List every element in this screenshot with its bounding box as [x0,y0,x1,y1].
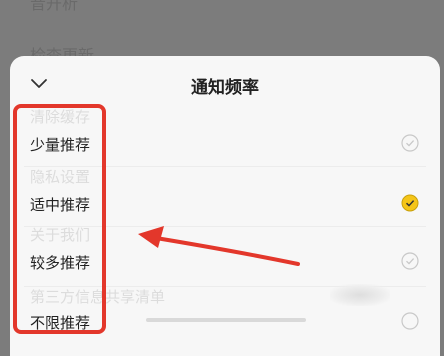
unchecked-circle-icon [401,312,419,330]
background-setting-item: 音开析 [30,0,79,13]
unchecked-circle-icon [401,252,419,270]
home-indicator [146,318,306,322]
blurred-region [330,284,390,306]
unchecked-circle-icon [401,134,419,152]
checked-circle-icon [401,194,419,212]
sheet-header: 通知频率 [10,56,440,110]
highlight-box-annotation [13,104,106,334]
red-arrow-annotation [138,226,300,266]
sheet-title: 通知频率 [191,78,259,98]
